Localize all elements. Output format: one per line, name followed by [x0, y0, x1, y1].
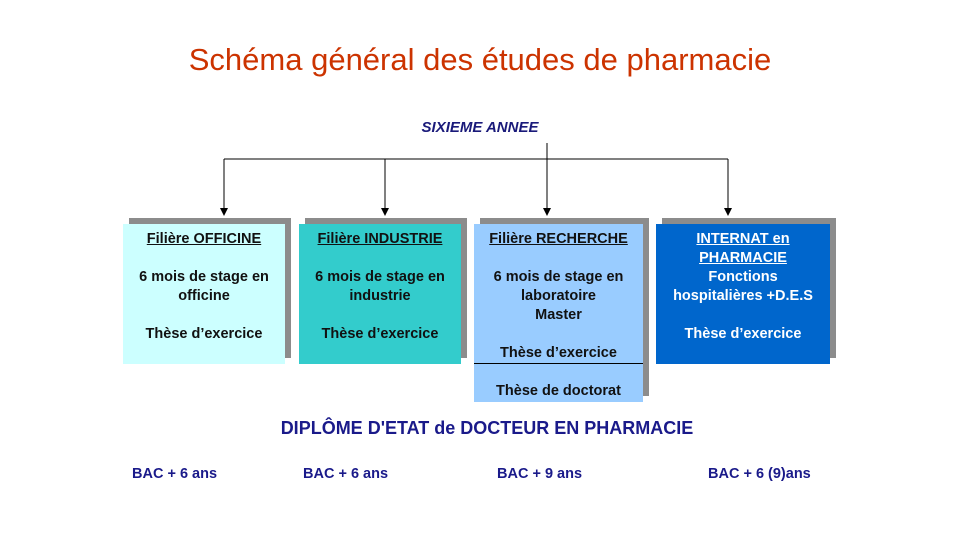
box-heading: PHARMACIE: [699, 250, 787, 266]
box-line: 6 mois de stage en: [139, 269, 269, 285]
diploma-label: DIPLÔME D'ETAT de DOCTEUR EN PHARMACIE: [280, 418, 694, 438]
box-these: Thèse d’exercice: [684, 326, 802, 342]
box-line: laboratoire: [521, 288, 596, 304]
box-line: 6 mois de stage en: [493, 269, 624, 285]
box-filiere-industrie: Filière INDUSTRIE 6 mois de stage en ind…: [299, 224, 461, 364]
box-these: Thèse d’exercice: [321, 326, 439, 342]
box-these: Thèse d’exercice: [145, 326, 263, 342]
box-these-doctorat: Thèse de doctorat: [496, 383, 621, 399]
box-these: Thèse d’exercice: [500, 345, 617, 361]
duration-recherche: BAC + 9 ans: [497, 466, 583, 482]
box-heading: Filière INDUSTRIE: [317, 231, 443, 247]
box-line: industrie: [349, 288, 411, 304]
box-line: Master: [535, 307, 582, 323]
box-line: 6 mois de stage en: [315, 269, 445, 285]
duration-industrie: BAC + 6 ans: [303, 466, 389, 482]
box-internat-pharmacie: INTERNAT en PHARMACIE Fonctions hospital…: [656, 224, 830, 364]
box-line: officine: [178, 288, 230, 304]
box-line: Fonctions: [708, 269, 778, 285]
box-heading: Filière OFFICINE: [146, 231, 262, 247]
box-heading: Filière RECHERCHE: [489, 231, 628, 247]
box-filiere-recherche: Filière RECHERCHE 6 mois de stage en lab…: [474, 224, 643, 402]
box-heading: INTERNAT en: [696, 231, 790, 247]
box-filiere-officine: Filière OFFICINE 6 mois de stage en offi…: [123, 224, 285, 364]
recherche-divider: [474, 363, 643, 364]
box-line: hospitalières +D.E.S: [673, 288, 813, 304]
duration-officine: BAC + 6 ans: [132, 466, 218, 482]
duration-internat: BAC + 6 (9)ans: [708, 466, 811, 482]
